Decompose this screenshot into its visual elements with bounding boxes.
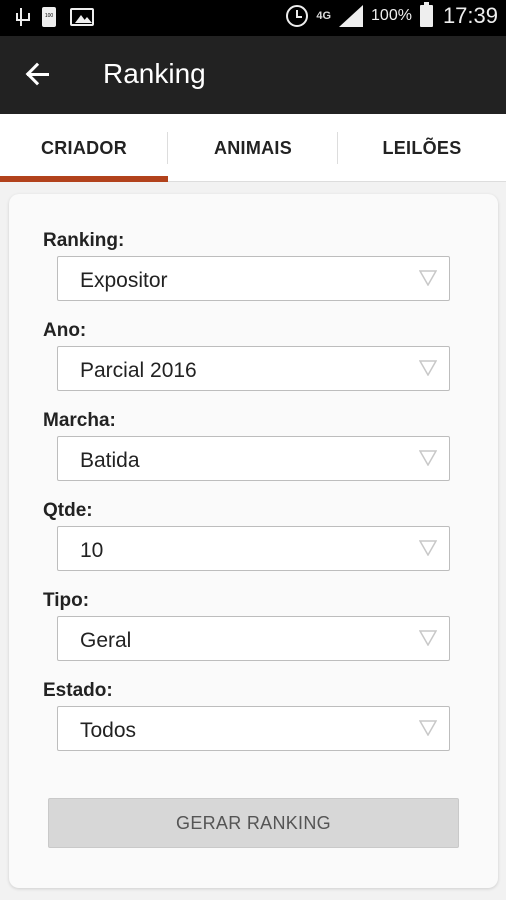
triangle-down-icon [418, 540, 438, 557]
app-bar: Ranking [0, 36, 506, 114]
estado-label: Estado: [43, 680, 113, 701]
ranking-form-card: Ranking: Expositor Ano: Parcial 2016 Mar… [9, 194, 498, 888]
network-type: 4G [316, 9, 332, 22]
qtde-label: Qtde: [43, 500, 93, 521]
select-value: Todos [80, 719, 137, 742]
qtde-select[interactable]: 10 [57, 526, 450, 571]
tab-criador[interactable]: CRIADOR [0, 114, 168, 182]
tab-label: LEILÕES [382, 137, 462, 158]
ano-label: Ano: [43, 320, 87, 341]
ranking-label: Ranking: [43, 230, 125, 251]
select-value: Parcial 2016 [80, 359, 197, 382]
tab-label: CRIADOR [40, 137, 128, 158]
tab-bar: CRIADOR ANIMAIS LEILÕES [0, 114, 506, 182]
tab-animais[interactable]: ANIMAIS [168, 114, 338, 182]
marcha-label: Marcha: [43, 410, 116, 431]
back-arrow-icon[interactable] [24, 60, 54, 90]
triangle-down-icon [418, 720, 438, 737]
image-icon [70, 8, 94, 26]
status-time: 17:39 [442, 3, 498, 28]
triangle-down-icon [418, 270, 438, 287]
triangle-down-icon [418, 360, 438, 377]
usb-icon [14, 6, 30, 28]
marcha-select[interactable]: Batida [57, 436, 450, 481]
tipo-label: Tipo: [43, 590, 90, 611]
select-value: Expositor [80, 269, 168, 292]
gerar-ranking-button[interactable]: GERAR RANKING [48, 798, 459, 848]
select-value: Geral [80, 629, 132, 652]
ranking-select[interactable]: Expositor [57, 256, 450, 301]
select-value: Batida [80, 449, 140, 472]
estado-select[interactable]: Todos [57, 706, 450, 751]
alarm-icon [286, 5, 309, 27]
triangle-down-icon [418, 450, 438, 467]
select-value: 10 [80, 539, 104, 562]
ano-select[interactable]: Parcial 2016 [57, 346, 450, 391]
status-bar: 4G 100% 17:39 [0, 0, 506, 36]
signal-icon [339, 5, 364, 27]
triangle-down-icon [418, 630, 438, 647]
tab-label: ANIMAIS [213, 137, 293, 158]
battery-percent: 100% [371, 7, 412, 24]
tab-leiloes[interactable]: LEILÕES [338, 114, 506, 182]
battery-icon [419, 2, 433, 27]
sd-card-icon [42, 7, 56, 27]
page-title: Ranking [103, 58, 206, 89]
tab-selected-indicator [0, 176, 168, 182]
tipo-select[interactable]: Geral [57, 616, 450, 661]
